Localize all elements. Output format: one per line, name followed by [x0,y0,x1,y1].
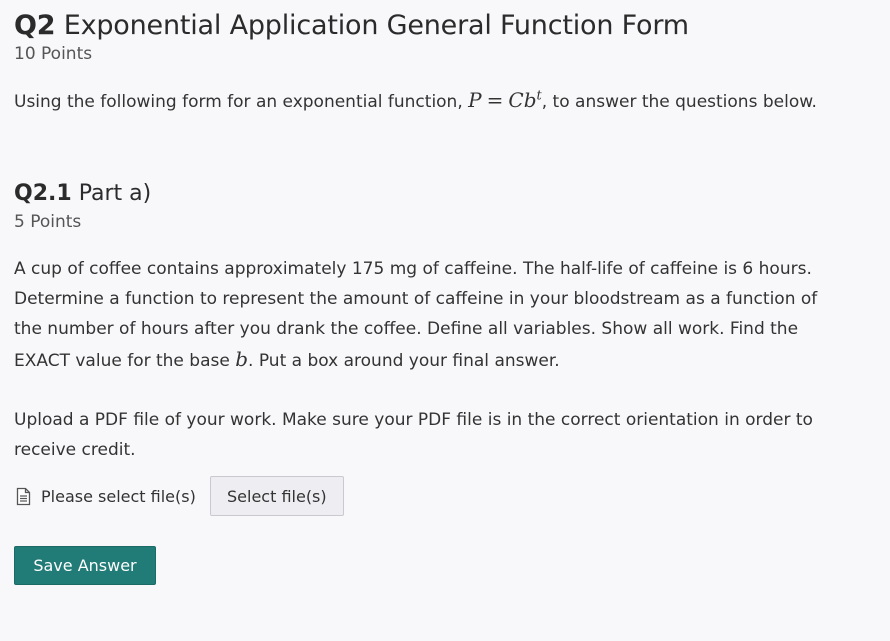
formula: P = Cbt [468,88,542,112]
subquestion-title: Q2.1 Part a) [14,181,151,206]
intro-text-after: , to answer the questions below. [541,92,817,112]
question-points: 10 Points [14,44,93,64]
prompt-line: the number of hours after you drank the … [14,319,799,339]
prompt-variable-b: b [235,347,249,371]
save-answer-button[interactable]: Save Answer [14,546,156,585]
file-upload-row: Please select file(s) Select file(s) [14,476,344,516]
upload-instruction-line: Upload a PDF file of your work. Make sur… [14,410,813,430]
prompt-line: EXACT value for the base b. Put a box ar… [14,344,874,376]
prompt-last-after: . Put a box around your final answer. [248,351,560,371]
select-files-button[interactable]: Select file(s) [209,476,344,516]
file-status-text: Please select file(s) [41,486,196,506]
question-title: Q2 Exponential Application General Funct… [14,10,689,41]
formula-base: b [523,88,537,112]
prompt-line: Determine a function to represent the am… [14,289,818,309]
subquestion-number: Q2.1 [14,181,72,206]
upload-instructions: Upload a PDF file of your work. Make sur… [14,405,813,465]
file-status: Please select file(s) [14,487,196,506]
question-number: Q2 [14,10,56,41]
intro-text-before: Using the following form for an exponent… [14,92,469,112]
formula-lhs: P [468,88,482,112]
prompt-line: A cup of coffee contains approximately 1… [14,259,812,279]
prompt-last-before: EXACT value for the base [14,351,236,371]
document-icon [14,487,33,506]
formula-equals: = [486,88,504,112]
subquestion-points: 5 Points [14,212,82,232]
upload-instruction-line: receive credit. [14,440,136,460]
question-title-text: Exponential Application General Function… [63,10,689,41]
subquestion-prompt: A cup of coffee contains approximately 1… [14,254,874,376]
question-intro: Using the following form for an exponent… [14,88,817,112]
formula-constant: C [508,88,524,112]
subquestion-title-text: Part a) [78,181,152,206]
